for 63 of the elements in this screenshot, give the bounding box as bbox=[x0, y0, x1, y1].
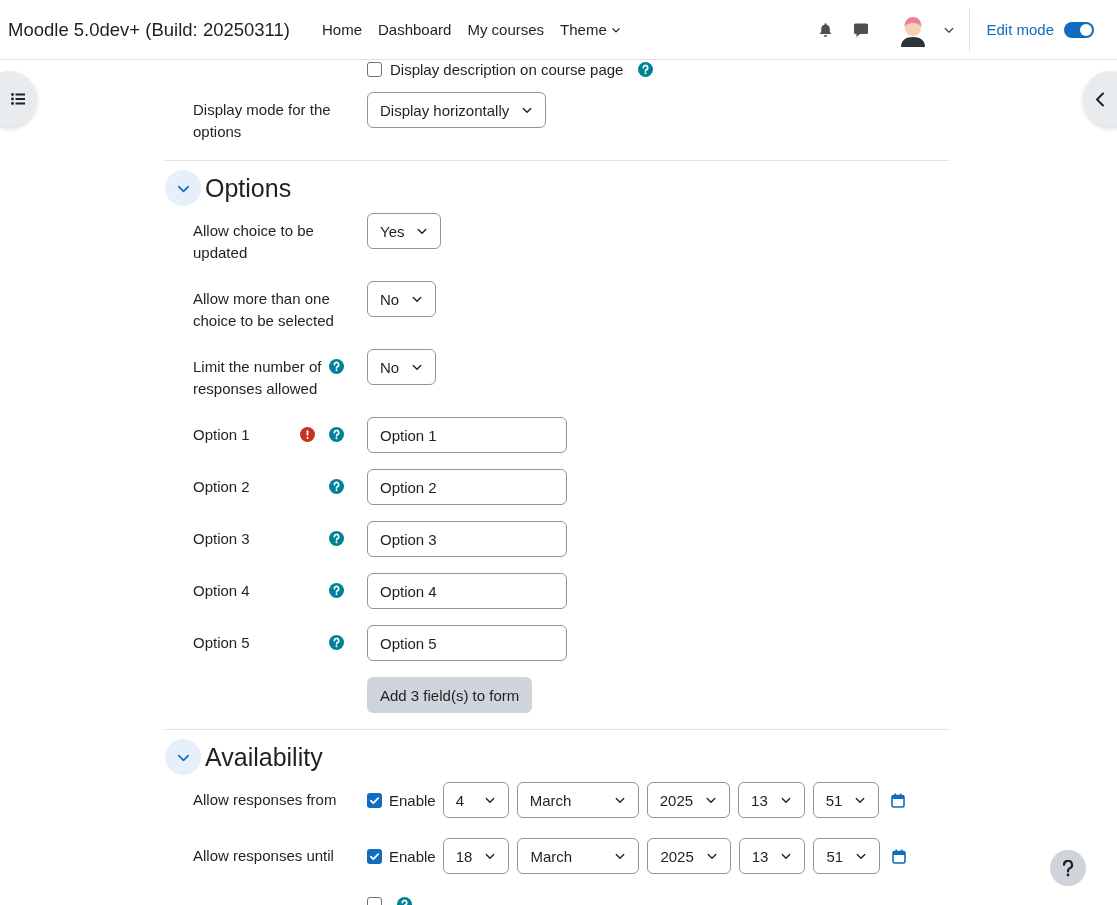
help-icon[interactable] bbox=[329, 583, 344, 598]
help-icon[interactable] bbox=[329, 531, 344, 546]
select-dropdown[interactable]: March bbox=[517, 838, 640, 874]
text-input[interactable]: Option 2 bbox=[367, 469, 567, 505]
checkbox-label[interactable]: Enable bbox=[389, 791, 436, 809]
speech-bubble-icon[interactable] bbox=[853, 21, 870, 38]
nav-link[interactable]: Home bbox=[314, 21, 370, 38]
select-dropdown[interactable]: March bbox=[516, 782, 639, 818]
select-dropdown[interactable]: No bbox=[367, 349, 437, 385]
text-input[interactable]: Option 5 bbox=[367, 625, 567, 661]
text-input[interactable]: Option 1 bbox=[367, 417, 567, 453]
help-icon[interactable] bbox=[329, 359, 344, 374]
field-label: Allow responses until bbox=[193, 846, 335, 866]
field-label: Option 3 bbox=[193, 529, 251, 549]
collapse-button[interactable] bbox=[165, 739, 201, 775]
field-label: Allow responses from bbox=[193, 790, 338, 810]
select-dropdown[interactable]: 4 bbox=[442, 782, 509, 818]
help-button[interactable] bbox=[1050, 850, 1086, 886]
text-input[interactable]: Option 4 bbox=[367, 573, 567, 609]
select-dropdown[interactable]: 13 bbox=[738, 782, 805, 818]
calendar-icon[interactable] bbox=[891, 792, 906, 808]
select-dropdown[interactable]: Yes bbox=[367, 213, 442, 249]
field-label: Allow more than one choice to be selected bbox=[193, 289, 335, 331]
select-dropdown[interactable]: 51 bbox=[813, 838, 881, 874]
field-label: Option 4 bbox=[193, 581, 251, 601]
field-label: Option 2 bbox=[193, 477, 251, 497]
text-input[interactable]: Option 3 bbox=[367, 521, 567, 557]
checkbox[interactable] bbox=[367, 848, 382, 864]
bell-icon[interactable] bbox=[818, 21, 834, 38]
list-icon bbox=[11, 93, 25, 105]
help-icon[interactable] bbox=[329, 479, 344, 494]
nav-dropdown[interactable]: Theme bbox=[552, 21, 629, 38]
help-icon[interactable] bbox=[638, 61, 654, 77]
nav-link[interactable]: My courses bbox=[459, 21, 553, 38]
nav-link[interactable]: Dashboard bbox=[370, 21, 460, 38]
help-icon[interactable] bbox=[329, 635, 344, 650]
field-label: Allow choice to be updated bbox=[193, 221, 315, 263]
select-dropdown[interactable]: 18 bbox=[442, 838, 510, 874]
question-icon bbox=[1062, 859, 1074, 877]
field-label: Option 1 bbox=[193, 425, 251, 445]
field-label: Option 5 bbox=[193, 633, 251, 653]
select-dropdown[interactable]: 13 bbox=[738, 838, 806, 874]
select-dropdown[interactable]: 2025 bbox=[647, 838, 731, 874]
toggle-switch[interactable] bbox=[1064, 21, 1094, 38]
checkbox-label[interactable]: Display description on course page bbox=[390, 60, 624, 78]
chevron-left-icon bbox=[1095, 91, 1105, 107]
select-dropdown[interactable]: No bbox=[367, 281, 437, 317]
select-dropdown[interactable]: 51 bbox=[812, 782, 880, 818]
section-heading: Availability bbox=[205, 742, 323, 772]
checkbox[interactable] bbox=[367, 792, 382, 808]
field-label: Limit the number of responses allowed bbox=[193, 357, 323, 399]
field-label: Display mode for the options bbox=[193, 100, 332, 142]
checkbox-label[interactable]: Enable bbox=[389, 847, 436, 865]
select-dropdown[interactable]: Display horizontally bbox=[367, 92, 547, 128]
checkbox[interactable] bbox=[367, 61, 382, 77]
calendar-icon[interactable] bbox=[892, 848, 907, 864]
site-name[interactable]: Moodle 5.0dev+ (Build: 20250311) bbox=[8, 18, 290, 41]
help-icon[interactable] bbox=[329, 427, 344, 442]
select-dropdown[interactable]: 2025 bbox=[646, 782, 731, 818]
collapse-button[interactable] bbox=[165, 170, 201, 206]
section-heading: Options bbox=[205, 173, 292, 203]
add-fields-button[interactable]: Add 3 field(s) to form bbox=[367, 677, 533, 713]
edit-mode-label: Edit mode bbox=[986, 21, 1054, 38]
